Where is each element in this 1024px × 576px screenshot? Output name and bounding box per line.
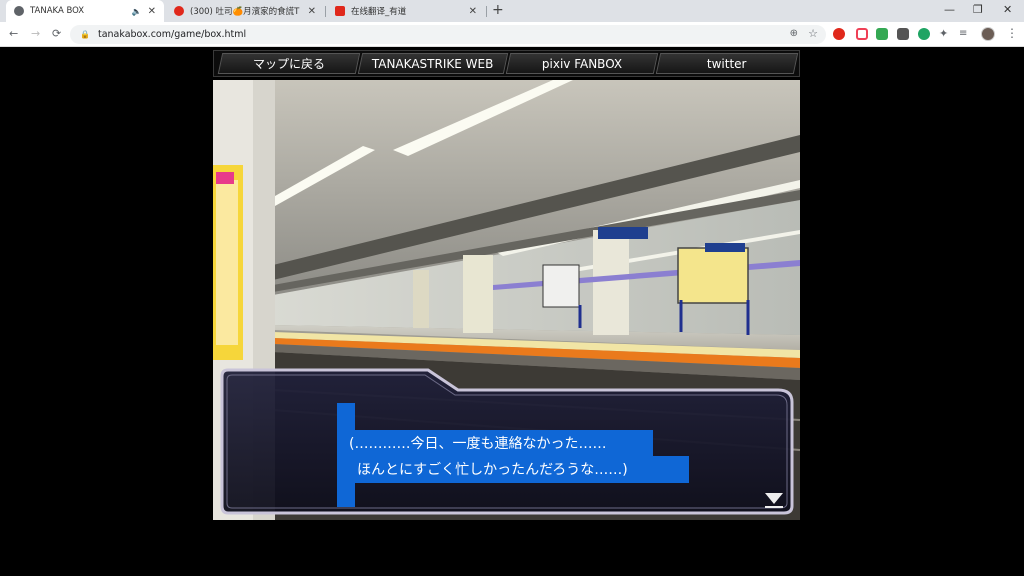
close-tab-icon[interactable]: ✕ xyxy=(308,6,316,17)
pocket-icon[interactable] xyxy=(856,28,868,40)
menu-pixiv-fanbox[interactable]: pixiv FANBOX xyxy=(505,53,659,74)
tab-title: 在线翻译_有道 xyxy=(351,7,407,17)
tab-title: (300) 吐司🍊月濱家的食謊T [aco xyxy=(190,7,302,17)
menu-tanakastrike-web[interactable]: TANAKASTRIKE WEB xyxy=(357,53,509,74)
youdao-icon xyxy=(335,6,345,16)
close-window-button[interactable]: ✕ xyxy=(1003,3,1012,16)
tab-youdao[interactable]: 在线翻译_有道 ✕ xyxy=(327,0,485,22)
browser-toolbar: ← → ⟳ 🔒 tanakabox.com/game/box.html ⊕ ☆ xyxy=(0,22,1024,47)
menu-label: マップに戻る xyxy=(252,57,325,71)
menu-back-to-map[interactable]: マップに戻る xyxy=(217,53,361,74)
back-icon[interactable]: ← xyxy=(9,27,18,40)
tab-separator xyxy=(325,6,326,17)
tab-acfun[interactable]: (300) 吐司🍊月濱家的食謊T [aco ✕ xyxy=(166,0,324,22)
new-tab-button[interactable]: + xyxy=(492,2,504,18)
menu-twitter[interactable]: twitter xyxy=(655,53,799,74)
address-text: tanakabox.com/game/box.html xyxy=(97,29,247,40)
puzzle-icon[interactable]: ✦ xyxy=(939,28,951,40)
check-icon[interactable] xyxy=(918,28,930,40)
bookmark-star-icon[interactable]: ☆ xyxy=(808,27,818,40)
lock-icon: 🔒 xyxy=(80,30,90,39)
close-tab-icon[interactable]: ✕ xyxy=(469,6,477,17)
audio-icon[interactable]: 🔈 xyxy=(132,7,142,16)
facebook-icon[interactable] xyxy=(897,28,909,40)
next-arrow-icon[interactable] xyxy=(765,493,783,504)
acfun-icon xyxy=(174,6,184,16)
dialog-line-2: ほんとにすごく忙しかったんだろうな……) xyxy=(357,462,628,478)
opera-icon[interactable] xyxy=(833,28,845,40)
tab-title: TANAKA BOX xyxy=(30,6,85,16)
maximize-button[interactable]: ❐ xyxy=(973,3,983,16)
media-icon[interactable]: ≡ xyxy=(959,28,971,40)
shield-icon[interactable] xyxy=(876,28,888,40)
address-bar[interactable]: 🔒 tanakabox.com/game/box.html ⊕ ☆ xyxy=(70,25,826,44)
menu-label: TANAKASTRIKE WEB xyxy=(372,56,494,71)
game-menu: マップに戻る TANAKASTRIKE WEB pixiv FANBOX twi… xyxy=(213,50,800,77)
zoom-icon[interactable]: ⊕ xyxy=(790,28,798,39)
forward-icon[interactable]: → xyxy=(31,27,40,40)
reload-icon[interactable]: ⟳ xyxy=(52,27,61,40)
tab-separator xyxy=(486,6,487,17)
next-arrow-underline xyxy=(765,506,783,508)
profile-avatar[interactable] xyxy=(981,27,995,41)
menu-label: twitter xyxy=(707,56,747,71)
tab-strip: TANAKA BOX 🔈 ✕ (300) 吐司🍊月濱家的食謊T [aco ✕ 在… xyxy=(0,0,1024,22)
minimize-button[interactable]: — xyxy=(944,3,955,16)
close-tab-icon[interactable]: ✕ xyxy=(148,6,156,17)
dialog-text: (…………今日、一度も連絡なかった…… ほんとにすごく忙しかったんだろうな……) xyxy=(337,403,697,507)
dialog-line-1: (…………今日、一度も連絡なかった…… xyxy=(349,436,607,452)
tab-tanaka-box[interactable]: TANAKA BOX 🔈 ✕ xyxy=(6,0,164,22)
menu-icon[interactable]: ⋮ xyxy=(1006,26,1018,40)
globe-icon xyxy=(14,6,24,16)
menu-label: pixiv FANBOX xyxy=(541,56,623,71)
